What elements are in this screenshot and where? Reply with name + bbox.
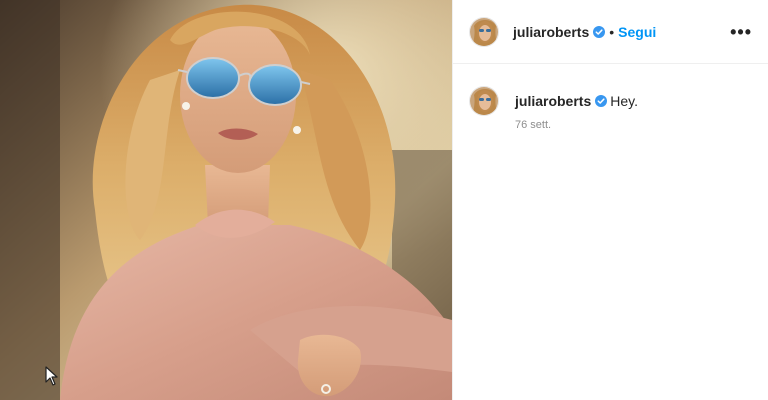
avatar-image	[470, 87, 498, 115]
caption-text: Hey.	[610, 93, 638, 109]
avatar-image	[470, 17, 498, 46]
header-username[interactable]: juliaroberts	[513, 24, 589, 40]
post-header: juliaroberts • Segui •••	[453, 0, 768, 64]
post-details-panel: juliaroberts • Segui ••• juliaroberts He…	[452, 0, 768, 400]
caption-body: juliaroberts Hey. 76 sett.	[515, 84, 638, 131]
portrait-image	[0, 0, 452, 400]
post-photo[interactable]	[0, 0, 452, 400]
caption-comment: juliaroberts Hey. 76 sett.	[453, 64, 768, 131]
more-options-icon[interactable]: •••	[730, 23, 752, 41]
verified-badge-icon	[593, 25, 606, 38]
post-timestamp[interactable]: 76 sett.	[515, 119, 638, 131]
mouse-cursor-icon	[45, 366, 58, 386]
caption-avatar[interactable]	[469, 86, 499, 116]
follow-button[interactable]: Segui	[618, 24, 656, 40]
avatar[interactable]	[469, 16, 499, 47]
caption-username[interactable]: juliaroberts	[515, 93, 591, 109]
verified-badge-icon	[595, 95, 608, 107]
caption-line: juliaroberts Hey.	[515, 91, 638, 111]
header-separator: •	[609, 23, 615, 40]
instagram-post: juliaroberts • Segui ••• juliaroberts He…	[0, 0, 768, 400]
